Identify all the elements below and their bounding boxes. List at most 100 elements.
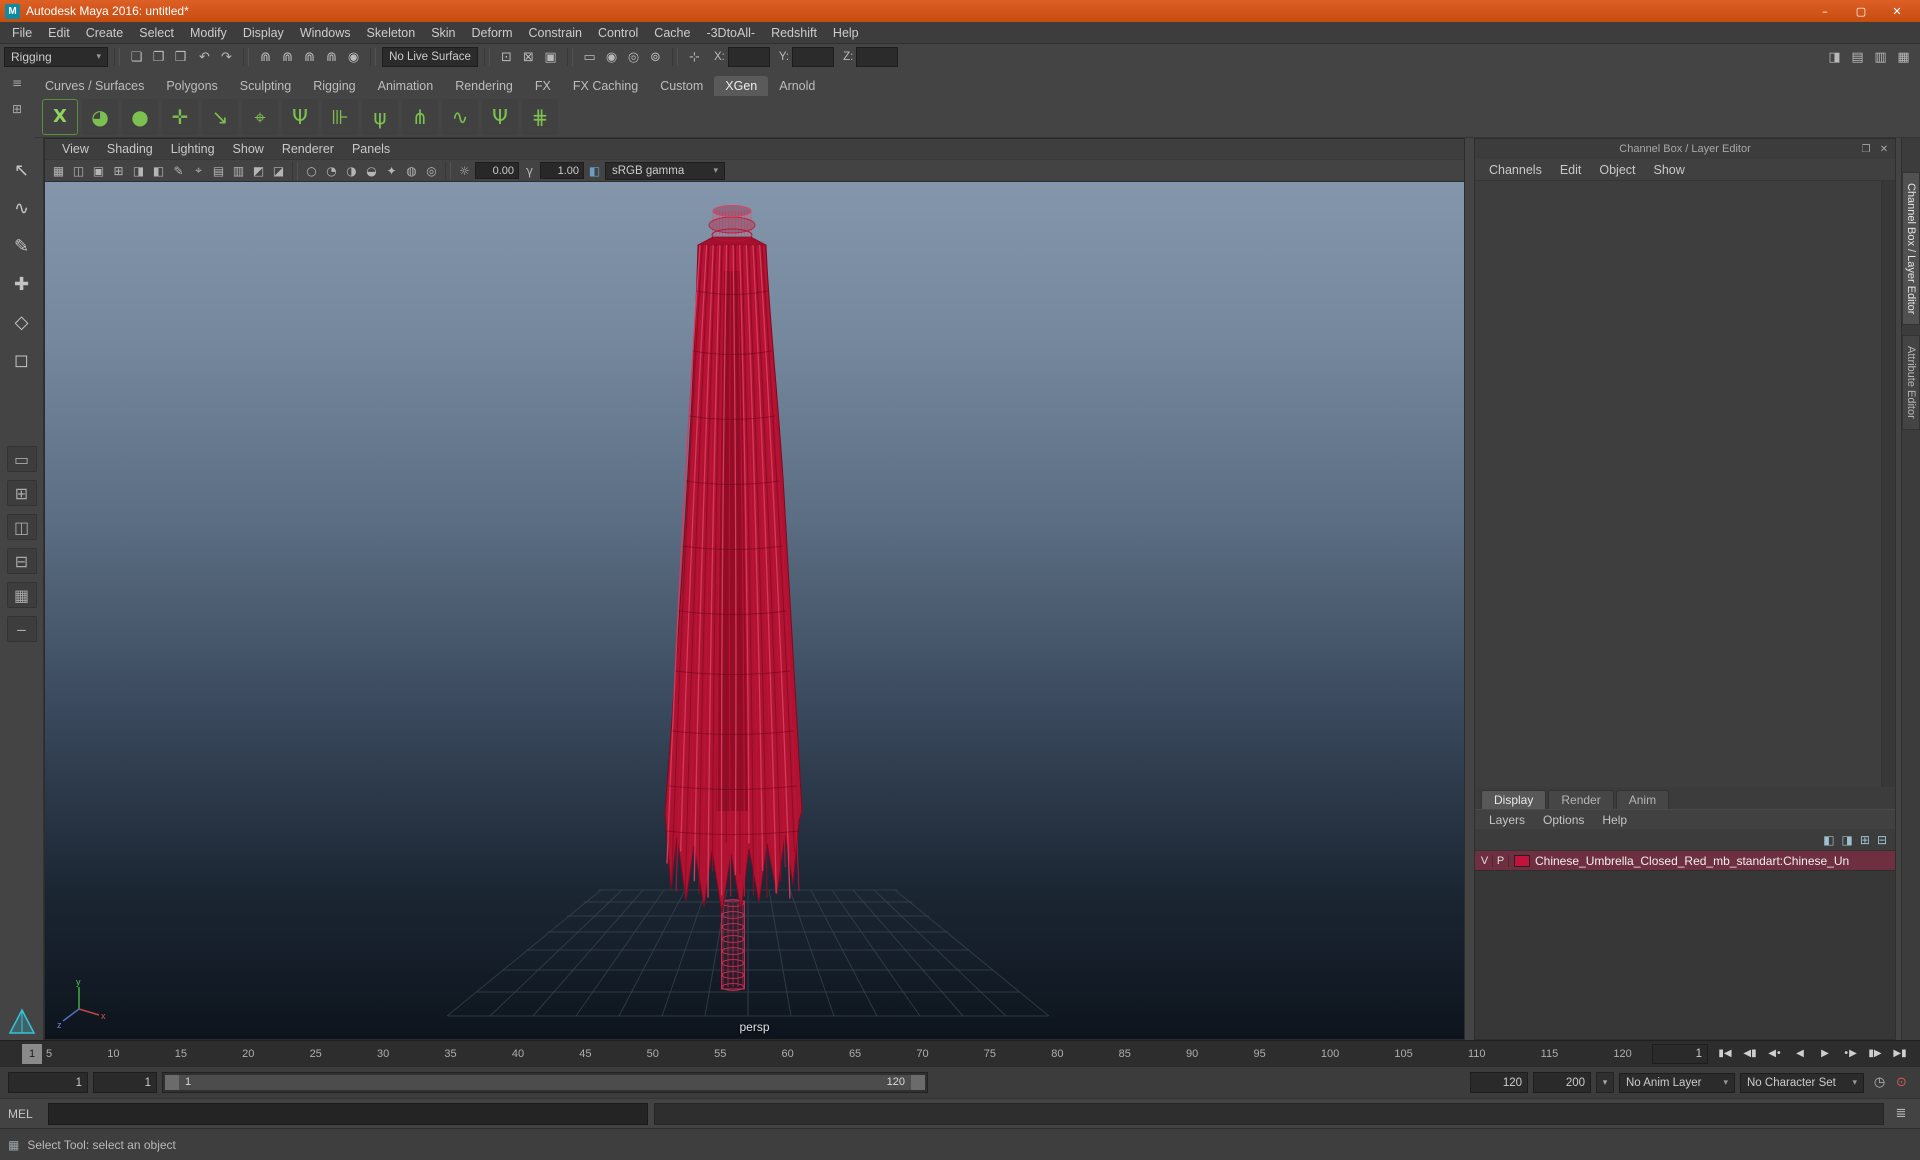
play-backwards-button[interactable]: ◀ (1788, 1043, 1812, 1064)
paint-select-tool[interactable]: ✎ (5, 230, 39, 262)
menu-3dtoall[interactable]: -3DtoAll- (698, 22, 763, 44)
menu-deform[interactable]: Deform (464, 22, 521, 44)
go-to-end-button[interactable]: ▶▮ (1888, 1043, 1912, 1064)
shelf-tab-item[interactable]: XGen (714, 76, 769, 96)
save-scene-icon[interactable]: ❒ (170, 47, 191, 68)
input-connections-icon[interactable]: ⊡ (496, 47, 517, 68)
playback-start-field[interactable]: 1 (93, 1072, 157, 1093)
menu-skeleton[interactable]: Skeleton (359, 22, 424, 44)
output-connections-icon[interactable]: ⊠ (518, 47, 539, 68)
close-panel-icon[interactable]: ✕ (1877, 144, 1891, 155)
layer-menu-options[interactable]: Options (1535, 813, 1592, 827)
camera-attributes-icon[interactable]: ▣ (89, 161, 108, 180)
script-editor-icon[interactable]: ≣ (1890, 1103, 1912, 1125)
y-input[interactable] (792, 47, 835, 67)
redo-icon[interactable]: ↷ (216, 47, 237, 68)
go-to-start-button[interactable]: ▮◀ (1713, 1043, 1737, 1064)
layer-color-swatch[interactable] (1514, 854, 1530, 867)
create-empty-layer-icon[interactable]: ⊞ (1860, 833, 1870, 847)
shelf-tab-item[interactable]: Sculpting (229, 76, 302, 96)
layout-two-pane-stacked-button[interactable]: ⊟ (6, 548, 37, 574)
layout-two-pane-side-button[interactable]: ◫ (6, 514, 37, 540)
shelf-tab-item[interactable]: FX Caching (562, 76, 649, 96)
layer-move-down-icon[interactable]: ◨ (1842, 833, 1853, 847)
xgen-create-guide-icon[interactable]: ⌖ (242, 98, 278, 135)
scale-tool[interactable]: ◻ (5, 344, 39, 376)
range-start-handle[interactable] (165, 1075, 179, 1090)
playback-speed-icon[interactable]: ◷ (1869, 1072, 1890, 1093)
shelf-tab-item[interactable]: Rendering (444, 76, 524, 96)
xgen-sphere-icon[interactable]: ◕ (82, 98, 118, 135)
shelf-tab-item[interactable]: Polygons (155, 76, 228, 96)
snap-to-point-icon[interactable]: ⋒ (299, 47, 320, 68)
safe-title-icon[interactable]: ◪ (269, 161, 288, 180)
snapshot-icon[interactable]: ⌖ (189, 161, 208, 180)
construction-history-icon[interactable]: ▣ (540, 47, 561, 68)
channelbox-menu-object[interactable]: Object (1591, 163, 1643, 177)
make-live-icon[interactable]: ◉ (343, 47, 364, 68)
select-tool[interactable]: ↖ (5, 154, 39, 186)
shelf-gear-icon[interactable]: ⊞ (12, 102, 22, 116)
xgen-curves-icon[interactable]: ∿ (442, 98, 478, 135)
viewport-canvas[interactable]: y x z persp (45, 182, 1464, 1039)
animation-end-field[interactable]: 200 (1533, 1072, 1591, 1093)
command-input[interactable] (48, 1102, 648, 1125)
isolate-select-icon[interactable]: ▤ (209, 161, 228, 180)
image-plane-icon[interactable]: ◨ (129, 161, 148, 180)
snap-to-curve-icon[interactable]: ⋒ (277, 47, 298, 68)
lasso-tool[interactable]: ∿ (5, 192, 39, 224)
panel-menu-lighting[interactable]: Lighting (162, 142, 224, 156)
layer-tab-item[interactable]: Render (1548, 790, 1614, 809)
layout-preset-button[interactable]: ▦ (6, 582, 37, 608)
xgen-export-selection-icon[interactable]: ↘ (202, 98, 238, 135)
open-render-view-icon[interactable]: ▭ (579, 47, 600, 68)
wireframe-mode-icon[interactable]: ○ (302, 161, 321, 180)
menu-file[interactable]: File (4, 22, 40, 44)
grease-pencil-icon[interactable]: ✎ (169, 161, 188, 180)
range-options-caret[interactable]: ▾ (1596, 1072, 1614, 1093)
toggle-channel-box-icon[interactable]: ▦ (1893, 47, 1914, 68)
layout-single-pane-button[interactable]: ▭ (6, 446, 37, 472)
menu-redshift[interactable]: Redshift (763, 22, 825, 44)
range-slider-track[interactable]: 1 120 (162, 1072, 928, 1093)
toolbox-collapse-button[interactable]: ‒ (6, 616, 37, 642)
float-panel-icon[interactable]: ❐ (1859, 144, 1873, 155)
xgen-lock-guides-icon[interactable]: ⊪ (322, 98, 358, 135)
character-set-dropdown[interactable]: No Character Set ▾ (1740, 1072, 1864, 1093)
animation-start-field[interactable]: 1 (8, 1072, 88, 1093)
menu-create[interactable]: Create (78, 22, 132, 44)
layer-visibility-toggle[interactable]: V (1477, 854, 1493, 867)
command-language-toggle[interactable]: MEL (8, 1107, 42, 1121)
time-ticks[interactable]: 5 10 15 20 25 30 35 40 45 50 55 60 65 70 75 80 85 90 95 100… (36, 1041, 1642, 1067)
select-camera-icon[interactable]: ▦ (49, 161, 68, 180)
xgen-comb-icon[interactable]: ⋕ (522, 98, 558, 135)
shadows-toggle-icon[interactable]: ✦ (382, 161, 401, 180)
panel-menu-show[interactable]: Show (224, 142, 273, 156)
channelbox-menu-edit[interactable]: Edit (1552, 163, 1590, 177)
toggle-attribute-editor-icon[interactable]: ▤ (1847, 47, 1868, 68)
xgen-geometry-icon[interactable]: ● (122, 98, 158, 135)
layout-four-view-button[interactable]: ⊞ (6, 480, 37, 506)
shelf-tab-item[interactable]: Custom (649, 76, 714, 96)
view-transform-dropdown[interactable]: sRGB gamma ▾ (605, 161, 725, 180)
panel-menu-shading[interactable]: Shading (98, 142, 162, 156)
x-input[interactable] (727, 47, 770, 67)
gamma-field[interactable]: 1.00 (540, 162, 584, 179)
menu-help[interactable]: Help (825, 22, 867, 44)
close-button[interactable]: ✕ (1879, 0, 1915, 22)
range-end-handle[interactable] (911, 1075, 925, 1090)
shelf-tab-item[interactable]: Arnold (768, 76, 826, 96)
layer-playback-toggle[interactable]: P (1493, 854, 1509, 867)
panel-menu-renderer[interactable]: Renderer (273, 142, 343, 156)
field-chart-icon[interactable]: ▥ (229, 161, 248, 180)
sidebar-tab-item[interactable]: Attribute Editor (1902, 335, 1920, 431)
snap-to-grid-icon[interactable]: ⋒ (255, 47, 276, 68)
render-current-frame-icon[interactable]: ◉ (601, 47, 622, 68)
toggle-tool-settings-icon[interactable]: ▥ (1870, 47, 1891, 68)
layer-tab-item[interactable]: Display (1481, 790, 1547, 809)
shelf-tab-item[interactable]: Rigging (302, 76, 366, 96)
ao-toggle-icon[interactable]: ◍ (402, 161, 421, 180)
layer-list[interactable]: V P Chinese_Umbrella_Closed_Red_mb_stand… (1475, 851, 1895, 1039)
xgen-grass-preset-icon[interactable]: ψ (362, 98, 398, 135)
step-forward-frame-button[interactable]: ▮▶ (1863, 1043, 1887, 1064)
